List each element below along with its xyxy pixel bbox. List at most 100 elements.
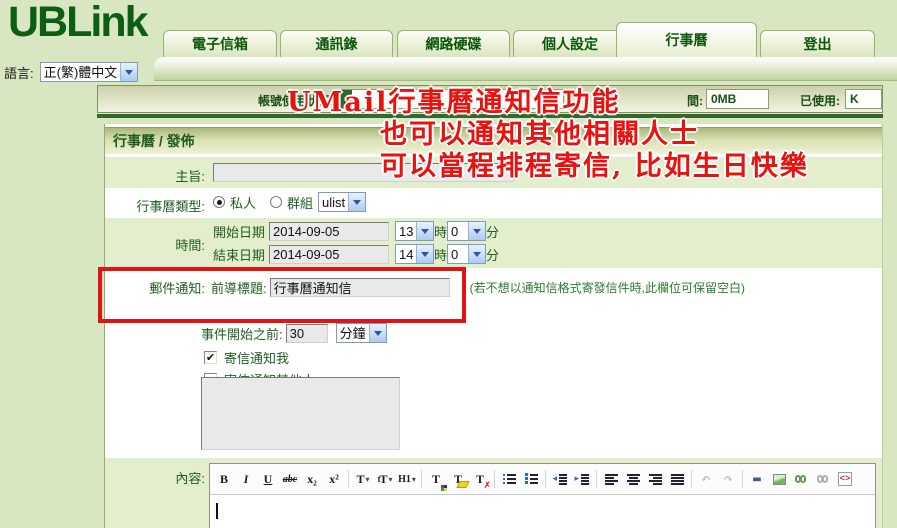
content-row: 內容: B I U abc x₂ x² T▾ tT▾ H1▾ T T T✗ xyxy=(105,458,882,528)
tab-calendar-active[interactable]: 行事曆 xyxy=(616,22,757,57)
group-radio[interactable] xyxy=(270,196,282,208)
chevron-down-icon xyxy=(120,63,137,81)
lead-title-hint: (若不想以通知信格式寄發信件時,此欄位可保留空白) xyxy=(470,279,745,296)
horizontal-rule-button[interactable]: ▬ xyxy=(747,469,767,490)
remove-format-button[interactable]: T✗ xyxy=(470,469,490,490)
time-label: 時間: xyxy=(105,235,205,254)
used-value: K xyxy=(845,89,882,109)
private-radio[interactable] xyxy=(213,196,225,208)
chevron-down-icon xyxy=(416,222,433,240)
time-row: 時間: 開始日期 13 時 0 分 結束日期 14 xyxy=(105,218,882,268)
annotation-highlight-rect xyxy=(98,267,466,323)
tab-logout[interactable]: 登出 xyxy=(760,30,875,57)
end-minute-select[interactable]: 0 xyxy=(447,244,486,264)
chevron-down-icon xyxy=(416,245,433,263)
language-select[interactable]: 正(繁)體中文 xyxy=(40,62,139,82)
text-color-button[interactable]: T xyxy=(426,469,446,490)
notify-me-label: 寄信通知我 xyxy=(224,348,289,367)
outdent-icon: ◂ xyxy=(554,473,567,485)
highlight-button[interactable]: T xyxy=(448,469,468,490)
unlink-button[interactable] xyxy=(813,469,833,490)
toolbar-separator xyxy=(691,470,692,488)
end-hour-select[interactable]: 14 xyxy=(395,244,434,264)
start-date-input[interactable] xyxy=(269,222,389,241)
chevron-down-icon xyxy=(468,222,485,240)
outdent-button[interactable]: ◂ xyxy=(550,469,570,490)
space-label: 間: xyxy=(658,92,703,109)
chevron-down-icon xyxy=(348,193,365,211)
reminder-unit-select[interactable]: 分鐘 xyxy=(336,323,387,343)
toolbar-separator xyxy=(742,470,743,488)
unordered-list-button[interactable] xyxy=(499,469,519,490)
used-label: 已使用: xyxy=(774,92,840,109)
subject-label: 主旨: xyxy=(105,166,205,185)
bold-button[interactable]: B xyxy=(214,469,234,490)
align-center-icon xyxy=(627,473,640,485)
annotation-line-3: 可以當程排程寄信, 比如生日快樂 xyxy=(380,144,809,183)
start-hour-select[interactable]: 13 xyxy=(395,221,434,241)
editor-content-area[interactable] xyxy=(210,495,875,528)
chevron-down-icon xyxy=(369,324,386,342)
chevron-down-icon xyxy=(468,245,485,263)
unlink-icon xyxy=(817,473,830,485)
align-right-button[interactable] xyxy=(645,469,665,490)
align-right-icon xyxy=(649,473,662,485)
toolbar-separator xyxy=(596,470,597,488)
justify-icon xyxy=(671,473,684,485)
italic-button[interactable]: I xyxy=(236,469,256,490)
start-date-label: 開始日期 xyxy=(213,222,269,241)
indent-button[interactable]: ▸ xyxy=(572,469,592,490)
start-minute-select[interactable]: 0 xyxy=(447,221,486,241)
justify-button[interactable] xyxy=(667,469,687,490)
subscript-button[interactable]: x₂ xyxy=(302,469,322,490)
content-label: 內容: xyxy=(105,468,205,487)
superscript-button[interactable]: x² xyxy=(324,469,344,490)
language-label: 語言: xyxy=(4,63,34,82)
rich-text-editor: B I U abc x₂ x² T▾ tT▾ H1▾ T T T✗ xyxy=(209,463,876,528)
before-start-input[interactable] xyxy=(286,324,328,343)
highlighter-icon xyxy=(456,481,469,488)
undo-button[interactable]: ↶ xyxy=(696,469,716,490)
private-radio-label: 私人 xyxy=(230,193,256,212)
text-caret xyxy=(216,503,218,519)
image-icon xyxy=(773,474,786,485)
language-row: 語言: 正(繁)體中文 xyxy=(4,62,138,82)
space-value: 0MB xyxy=(706,89,769,109)
font-size-button[interactable]: tT▾ xyxy=(375,469,395,490)
radio-dot xyxy=(217,200,222,205)
toolbar-separator xyxy=(494,470,495,488)
toolbar-separator xyxy=(545,470,546,488)
underline-button[interactable]: U xyxy=(258,469,278,490)
font-family-button[interactable]: T▾ xyxy=(353,469,373,490)
align-left-button[interactable] xyxy=(601,469,621,490)
insert-link-button[interactable] xyxy=(791,469,811,490)
link-icon xyxy=(795,473,808,485)
ublink-logo: UBLink xyxy=(8,0,147,47)
editor-toolbar: B I U abc x₂ x² T▾ tT▾ H1▾ T T T✗ xyxy=(210,464,875,495)
color-swatch-icon xyxy=(441,485,444,488)
group-radio-label: 群組 xyxy=(287,193,313,212)
tab-network-drive[interactable]: 網路硬碟 xyxy=(397,30,510,57)
minute-unit: 分 xyxy=(486,222,499,241)
strikethrough-button[interactable]: abc xyxy=(280,469,300,490)
minute-unit: 分 xyxy=(486,245,499,264)
end-date-input[interactable] xyxy=(269,245,389,264)
redo-button[interactable]: ↷ xyxy=(718,469,738,490)
group-select[interactable]: ulist xyxy=(318,192,366,212)
source-button[interactable]: <> xyxy=(835,469,855,490)
tab-contacts[interactable]: 通訊錄 xyxy=(280,30,393,57)
indent-icon: ▸ xyxy=(576,473,589,485)
notify-others-textarea[interactable] xyxy=(201,377,400,450)
tab-mail[interactable]: 電子信箱 xyxy=(163,30,277,57)
source-code-icon: <> xyxy=(838,472,853,486)
insert-image-button[interactable] xyxy=(769,469,789,490)
check-icon: ✔ xyxy=(206,353,215,363)
notify-me-checkbox[interactable]: ✔ xyxy=(204,351,217,364)
header-band xyxy=(154,57,897,81)
ordered-list-button[interactable] xyxy=(521,469,541,490)
hour-unit: 時 xyxy=(434,245,447,264)
main-content: 行事曆 / 發佈 主旨: 行事曆類型: 私人 群組 ulist 時間: xyxy=(104,124,883,528)
tab-personal-settings[interactable]: 個人設定 xyxy=(513,30,627,57)
heading-button[interactable]: H1▾ xyxy=(397,469,417,490)
align-center-button[interactable] xyxy=(623,469,643,490)
